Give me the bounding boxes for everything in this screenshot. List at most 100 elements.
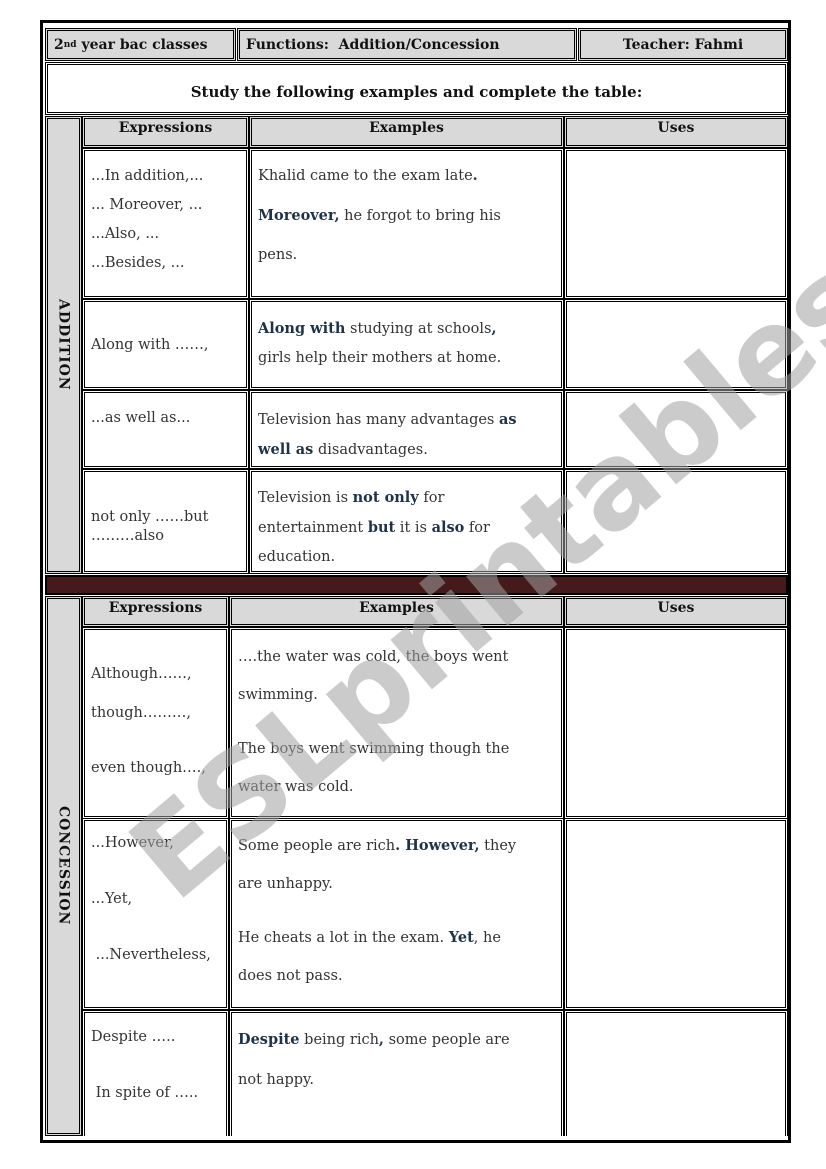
example-text: Some people are rich: [238, 838, 396, 854]
keyword-highlight: ,: [491, 320, 497, 337]
example-text: education.: [258, 549, 336, 565]
concession-row-3-expressions: Despite ….. In spite of …..: [82, 1010, 229, 1136]
example-line: Despite being rich, some people are: [238, 1020, 555, 1060]
keyword-highlight: Despite: [238, 1031, 300, 1048]
example-line: Khalid came to the exam late.: [258, 156, 555, 196]
expression-item: ...as well as...: [91, 410, 191, 426]
concession-row-3-example: Despite being rich, some people are not h…: [229, 1010, 564, 1136]
addition-row-2-uses-blank[interactable]: [564, 299, 788, 390]
example-line: education.: [258, 543, 555, 572]
expression-item: Along with ……,: [91, 336, 209, 353]
example-text: for: [418, 490, 445, 506]
expression-item: In spite of …..: [91, 1085, 199, 1101]
example-line: Along with studying at schools,: [258, 314, 555, 344]
addition-row-4-uses-blank[interactable]: [564, 469, 788, 574]
example-text: Khalid came to the exam late: [258, 168, 473, 184]
example-line: water was cold.: [238, 768, 555, 806]
example-text: pens.: [258, 247, 298, 263]
example-text: ….the water was cold, the boys went: [238, 649, 509, 665]
example-text: The boys went swimming though the: [238, 741, 510, 757]
example-line: well as disadvantages.: [258, 435, 555, 465]
example-text: does not pass.: [238, 968, 343, 984]
example-line: are unhappy.: [238, 865, 555, 903]
example-line: ….the water was cold, the boys went: [238, 638, 555, 676]
addition-row-4-example: Television is not only for entertainment …: [249, 469, 564, 574]
example-line: Television is not only for: [258, 483, 555, 513]
example-text: girls help their mothers at home.: [258, 350, 502, 366]
example-line: He cheats a lot in the exam. Yet, he: [238, 919, 555, 957]
concession-label-text: CONCESSION: [55, 806, 72, 926]
concession-header-examples: Examples: [229, 596, 564, 627]
addition-row-2-expressions: Along with ……,: [82, 299, 249, 390]
keyword-highlight: also: [431, 519, 465, 536]
example-text: it is: [395, 520, 432, 536]
addition-label-text: ADDITION: [55, 299, 72, 391]
example-line: entertainment but it is also for: [258, 513, 555, 543]
example-text: are unhappy.: [238, 876, 333, 892]
class-label: 2nd year bac classes: [45, 28, 236, 61]
addition-row-1-example: Khalid came to the exam late. Moreover, h…: [249, 148, 564, 299]
expression-item: though………,: [91, 705, 191, 721]
example-text: He cheats a lot in the exam.: [238, 930, 449, 946]
example-text: swimming.: [238, 687, 318, 703]
addition-row-3-uses-blank[interactable]: [564, 390, 788, 469]
expression-item: ...In addition,...: [91, 168, 204, 184]
addition-row-1-expressions: ...In addition,... ... Moreover, ... ...…: [82, 148, 249, 299]
addition-row-4-expressions: not only ……but ………also: [82, 469, 249, 574]
addition-row-2-example: Along with studying at schools, girls hel…: [249, 299, 564, 390]
example-line: Some people are rich. However, they: [238, 827, 555, 865]
example-line: Television has many advantages as: [258, 405, 555, 435]
example-text: some people are: [383, 1032, 510, 1048]
example-line: does not pass.: [238, 957, 555, 995]
example-text: he forgot to bring his: [339, 208, 501, 224]
example-text: , he: [473, 930, 501, 946]
example-text: studying at schools: [345, 321, 492, 337]
concession-row-1-expressions: Although……, though………, even though….,: [82, 627, 229, 819]
addition-header-expressions: Expressions: [82, 116, 249, 148]
keyword-highlight: but: [367, 519, 396, 536]
expression-item: ………also: [91, 528, 164, 544]
concession-header-expressions: Expressions: [82, 596, 229, 627]
example-text: being rich: [299, 1032, 379, 1048]
example-line: Moreover, he forgot to bring his: [258, 196, 555, 236]
instruction-heading: Study the following examples and complet…: [45, 62, 788, 115]
keyword-highlight: . However,: [395, 837, 480, 854]
example-line: pens.: [258, 236, 555, 275]
concession-row-3-uses-blank[interactable]: [564, 1010, 788, 1136]
concession-row-2-uses-blank[interactable]: [564, 818, 788, 1010]
example-line: swimming.: [238, 676, 555, 714]
concession-header-uses: Uses: [564, 596, 788, 627]
keyword-highlight: Along with: [258, 320, 346, 337]
keyword-highlight: .: [472, 167, 478, 184]
example-text: for: [464, 520, 490, 536]
example-line: The boys went swimming though the: [238, 730, 555, 768]
keyword-highlight: as: [499, 411, 517, 428]
expression-item: even though….,: [91, 760, 206, 776]
example-text: Television has many advantages: [258, 412, 499, 428]
expression-item: Despite …..: [91, 1029, 176, 1045]
expression-item: ...Nevertheless,: [91, 947, 211, 963]
example-text: water was cold.: [238, 779, 354, 795]
expression-item: ...Besides, ...: [91, 255, 185, 271]
concession-row-2-expressions: ...However, ...Yet, ...Nevertheless,: [82, 818, 229, 1010]
example-text: entertainment: [258, 520, 368, 536]
class-label-rest: year bac classes: [76, 36, 208, 53]
expression-item: ...Also, ...: [91, 226, 160, 242]
keyword-highlight: Moreover,: [258, 207, 340, 224]
expression-item: Although……,: [91, 666, 192, 682]
keyword-highlight: not only: [352, 489, 419, 506]
addition-row-3-expressions: ...as well as...: [82, 390, 249, 469]
expression-item: ... Moreover, ...: [91, 197, 203, 213]
expression-item: ...However,: [91, 835, 174, 851]
example-line: girls help their mothers at home.: [258, 344, 555, 373]
expression-item: not only ……but: [91, 509, 209, 525]
concession-row-1-example: ….the water was cold, the boys went swimm…: [229, 627, 564, 819]
addition-header-uses: Uses: [564, 116, 788, 148]
keyword-highlight: well as: [258, 441, 314, 458]
addition-row-1-uses-blank[interactable]: [564, 148, 788, 299]
example-line: not happy.: [238, 1060, 555, 1100]
concession-row-1-uses-blank[interactable]: [564, 627, 788, 819]
keyword-highlight: Yet: [448, 929, 474, 946]
teacher-label: Teacher: Fahmi: [578, 28, 788, 61]
concession-section-label: CONCESSION: [45, 596, 82, 1136]
